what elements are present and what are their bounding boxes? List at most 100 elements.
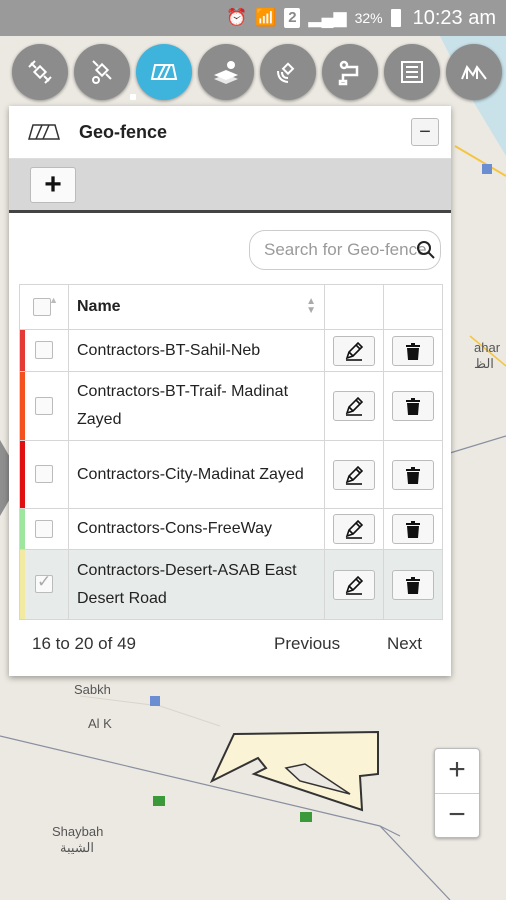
row-name: Contractors-Desert-ASAB East Desert Road bbox=[68, 549, 325, 620]
map-label-al-k: Al K bbox=[88, 716, 112, 731]
trash-icon bbox=[406, 466, 420, 484]
route-button[interactable] bbox=[322, 44, 378, 100]
table-row[interactable]: Contractors-Cons-FreeWay bbox=[19, 508, 443, 550]
trash-icon bbox=[406, 521, 420, 538]
cell-signal-icon: ▂▄▆ bbox=[308, 8, 347, 27]
panel-toolbar: + bbox=[9, 159, 451, 213]
row-edit-cell bbox=[324, 549, 384, 620]
row-edit-cell bbox=[324, 371, 384, 441]
table-row[interactable]: Contractors-Desert-ASAB East Desert Road bbox=[19, 549, 443, 620]
row-color-indicator bbox=[20, 372, 25, 440]
row-select-cell bbox=[19, 440, 69, 509]
select-all-cell: ▲ bbox=[19, 284, 69, 330]
main-toolbar bbox=[12, 44, 502, 100]
next-page-button[interactable]: Next bbox=[387, 634, 422, 654]
edit-button[interactable] bbox=[333, 391, 375, 421]
row-checkbox[interactable] bbox=[35, 465, 53, 484]
panel-header: Geo-fence − bbox=[9, 106, 451, 159]
column-header-edit bbox=[324, 284, 384, 330]
row-edit-cell bbox=[324, 440, 384, 509]
map-label-ahar-ar: الظ bbox=[474, 356, 494, 371]
edit-button[interactable] bbox=[333, 514, 375, 544]
satellite-signal-icon bbox=[277, 62, 295, 83]
pagination: 16 to 20 of 49 Previous Next bbox=[9, 630, 451, 660]
trash-icon bbox=[406, 342, 420, 360]
geofence-icon bbox=[150, 64, 178, 80]
previous-page-button[interactable]: Previous bbox=[274, 634, 340, 654]
row-checkbox[interactable] bbox=[35, 519, 53, 538]
table-row[interactable]: Contractors-BT-Sahil-Neb bbox=[19, 329, 443, 372]
row-name: Contractors-Cons-FreeWay bbox=[68, 508, 325, 550]
column-header-delete bbox=[383, 284, 443, 330]
pagination-info: 16 to 20 of 49 bbox=[32, 634, 136, 653]
battery-icon bbox=[390, 9, 401, 27]
table-row[interactable]: Contractors-City-Madinat Zayed bbox=[19, 440, 443, 509]
geofence-table: ▲ Name ▲ ▼ Contractors-BT-Sahil-Neb Cont… bbox=[19, 284, 443, 620]
list-button[interactable] bbox=[384, 44, 440, 100]
satellite-button[interactable] bbox=[12, 44, 68, 100]
row-checkbox[interactable] bbox=[35, 572, 53, 594]
row-color-indicator bbox=[20, 441, 25, 508]
row-name: Contractors-BT-Sahil-Neb bbox=[68, 329, 325, 372]
column-header-name[interactable]: Name ▲ ▼ bbox=[68, 284, 325, 330]
zoom-control: + − bbox=[434, 748, 480, 838]
row-delete-cell bbox=[383, 440, 443, 509]
search-box bbox=[249, 230, 441, 270]
geofence-icon bbox=[28, 124, 60, 140]
satellite-signal-button[interactable] bbox=[260, 44, 316, 100]
status-bar: ⏰ 📶 2 ▂▄▆ 32% 10:23 am bbox=[0, 0, 506, 36]
delete-button[interactable] bbox=[392, 514, 434, 544]
edit-button[interactable] bbox=[333, 335, 375, 366]
delete-button[interactable] bbox=[392, 391, 434, 421]
sim-icon: 2 bbox=[284, 8, 301, 28]
pencil-icon bbox=[345, 465, 364, 485]
search-icon[interactable] bbox=[416, 240, 436, 260]
edit-button[interactable] bbox=[333, 569, 375, 600]
row-delete-cell bbox=[383, 549, 443, 620]
zoom-in-button[interactable]: + bbox=[435, 749, 479, 794]
table-row[interactable]: Contractors-BT-Traif- Madinat Zayed bbox=[19, 371, 443, 441]
column-header-name-label: Name bbox=[77, 298, 121, 315]
map-label-shaybah-ar: الشيبة bbox=[60, 840, 94, 855]
panel-title: Geo-fence bbox=[79, 121, 168, 142]
satellite-icon bbox=[28, 60, 52, 84]
satellite-settings-button[interactable] bbox=[74, 44, 130, 100]
row-checkbox[interactable] bbox=[35, 341, 53, 360]
map-type-button[interactable] bbox=[446, 44, 502, 100]
wifi-icon: 📶 bbox=[255, 8, 277, 27]
map-label-sabkh: Sabkh bbox=[74, 682, 111, 697]
row-name: Contractors-BT-Traif- Madinat Zayed bbox=[68, 371, 325, 441]
map-label-shaybah: Shaybah bbox=[52, 824, 104, 839]
pencil-icon bbox=[345, 519, 364, 539]
sort-up-icon: ▲ bbox=[49, 295, 58, 305]
route-icon bbox=[338, 60, 359, 86]
row-color-indicator bbox=[20, 550, 25, 619]
add-geofence-button[interactable]: + bbox=[30, 167, 76, 203]
pencil-icon bbox=[345, 396, 364, 416]
layers-button[interactable] bbox=[198, 44, 254, 100]
row-select-cell bbox=[19, 329, 69, 372]
map-label-ahar: ahar bbox=[474, 340, 501, 355]
zoom-out-button[interactable]: − bbox=[435, 794, 479, 838]
search-input[interactable] bbox=[250, 231, 434, 269]
sort-icon: ▲ ▼ bbox=[306, 296, 316, 316]
map-icon bbox=[461, 65, 487, 80]
delete-button[interactable] bbox=[392, 459, 434, 490]
delete-button[interactable] bbox=[392, 335, 434, 366]
row-edit-cell bbox=[324, 508, 384, 550]
row-color-indicator bbox=[20, 330, 25, 371]
collapse-button[interactable]: − bbox=[411, 118, 439, 146]
edit-button[interactable] bbox=[333, 459, 375, 490]
trash-icon bbox=[406, 576, 420, 594]
geofence-button[interactable] bbox=[136, 44, 192, 100]
row-name: Contractors-City-Madinat Zayed bbox=[68, 440, 325, 509]
delete-button[interactable] bbox=[392, 569, 434, 600]
satellite-wrench-icon bbox=[92, 60, 112, 84]
row-checkbox[interactable] bbox=[35, 396, 53, 415]
pencil-icon bbox=[345, 575, 364, 595]
layers-marker-icon bbox=[214, 61, 238, 84]
row-delete-cell bbox=[383, 329, 443, 372]
row-select-cell bbox=[19, 549, 69, 620]
trash-icon bbox=[406, 398, 420, 415]
table-header-row: ▲ Name ▲ ▼ bbox=[19, 284, 443, 330]
